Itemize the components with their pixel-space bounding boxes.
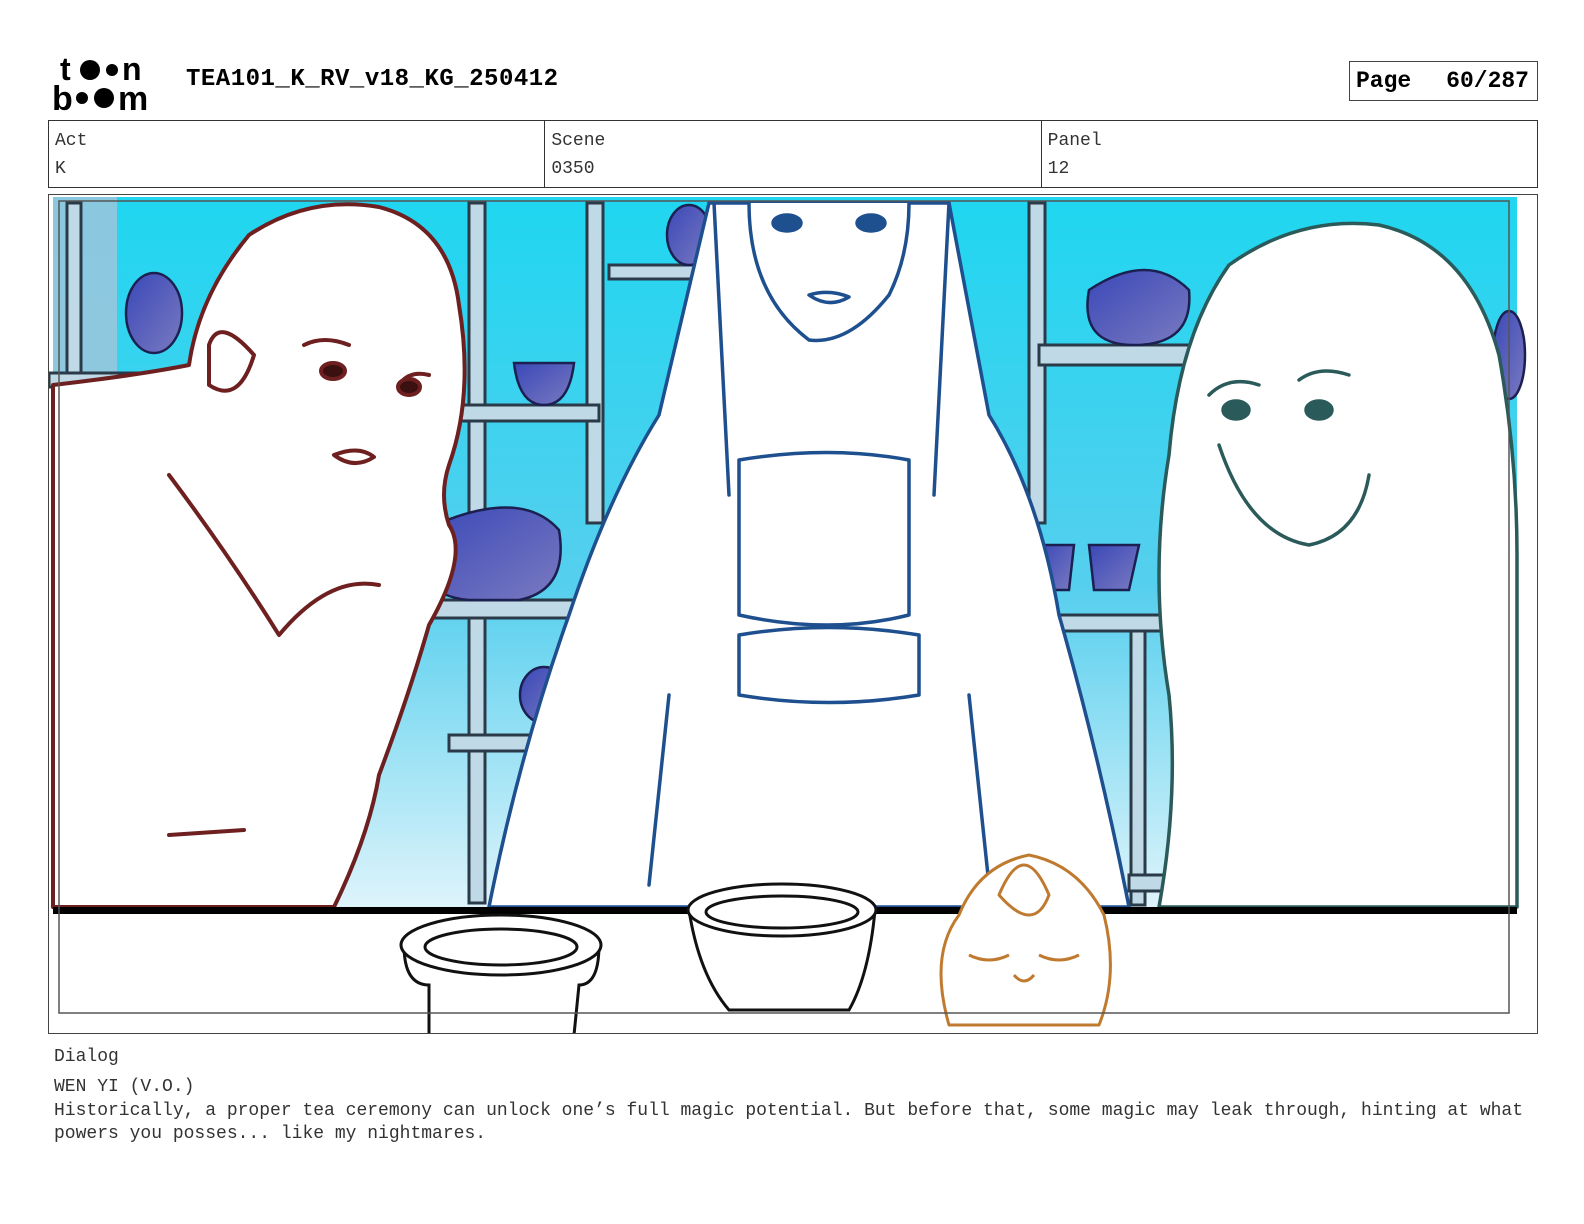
dialog-speaker: WEN YI (V.O.) bbox=[54, 1077, 195, 1097]
scene-cell: Scene 0350 bbox=[545, 121, 1042, 187]
right-character bbox=[1157, 221, 1519, 909]
panel-cell: Panel 12 bbox=[1042, 121, 1537, 187]
page-number: 60/287 bbox=[1446, 68, 1529, 94]
storyboard-panel bbox=[48, 194, 1538, 1034]
dialog-text: Historically, a proper tea ceremony can … bbox=[54, 1101, 1524, 1144]
toon-boom-logo: t n b m bbox=[52, 52, 148, 112]
panel-value: 12 bbox=[1047, 159, 1070, 179]
shot-info-table: Act K Scene 0350 Panel 12 bbox=[48, 120, 1538, 188]
scene-value: 0350 bbox=[551, 159, 595, 179]
act-value: K bbox=[55, 159, 66, 179]
panel-label: Panel bbox=[1047, 131, 1102, 151]
document-title: TEA101_K_RV_v18_KG_250412 bbox=[186, 66, 559, 93]
page-indicator: Page 60/287 bbox=[1349, 61, 1538, 101]
panel-artwork bbox=[49, 197, 1527, 1033]
act-cell: Act K bbox=[49, 121, 546, 187]
dialog-heading: Dialog bbox=[54, 1047, 119, 1067]
page-label: Page bbox=[1356, 68, 1412, 94]
act-label: Act bbox=[55, 131, 88, 151]
svg-text:b: b bbox=[52, 80, 73, 112]
scene-label: Scene bbox=[551, 131, 606, 151]
svg-text:m: m bbox=[118, 80, 148, 112]
